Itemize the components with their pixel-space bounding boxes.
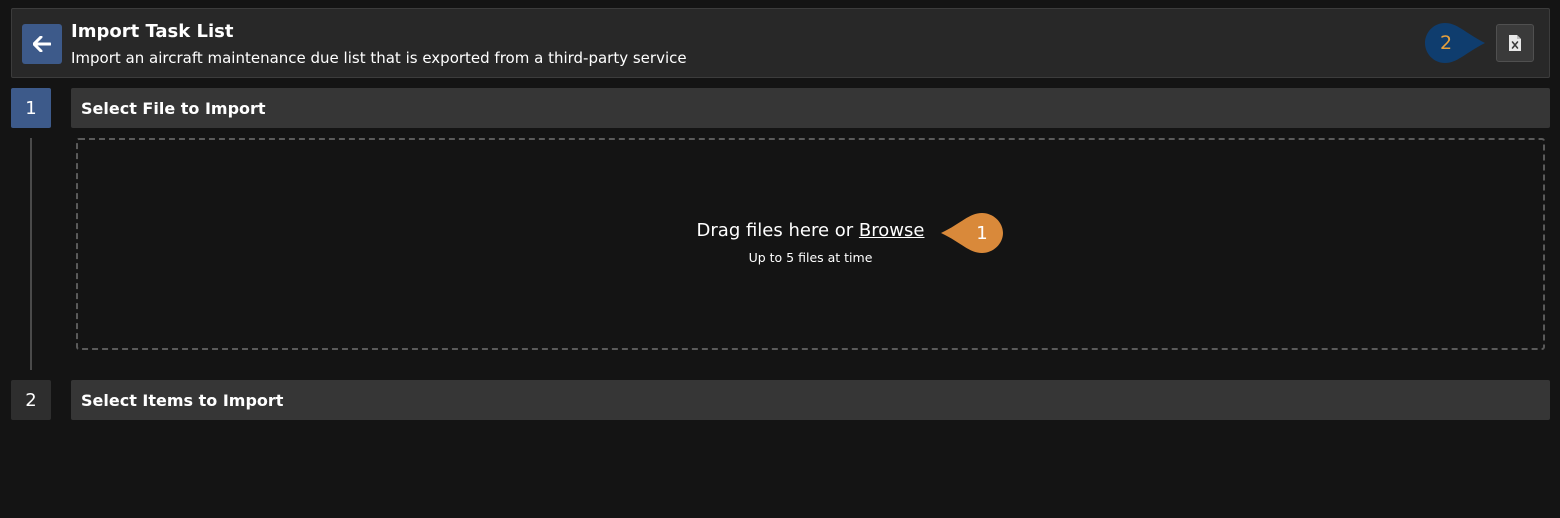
file-excel-icon — [1509, 35, 1521, 51]
page-subtitle: Import an aircraft maintenance due list … — [71, 49, 687, 67]
dropzone-text: Drag files here or — [696, 220, 854, 241]
callout-marker-2: 2 — [1424, 22, 1486, 64]
section-header-select-items[interactable]: Select Items to Import — [71, 380, 1550, 420]
browse-link[interactable]: Browse — [859, 220, 925, 241]
step-connector — [30, 138, 32, 370]
file-dropzone[interactable]: Drag files here or Browse Up to 5 files … — [76, 138, 1545, 350]
excel-template-button[interactable] — [1496, 24, 1534, 62]
section-header-select-file[interactable]: Select File to Import — [71, 88, 1550, 128]
callout-marker-1: 1 — [940, 212, 1004, 254]
arrow-left-icon — [33, 36, 51, 52]
callout-label: 1 — [976, 222, 988, 244]
step-number-1: 1 — [11, 88, 51, 128]
page-title: Import Task List — [71, 21, 234, 42]
dropzone-hint: Up to 5 files at time — [748, 250, 873, 265]
callout-label: 2 — [1439, 32, 1453, 54]
step-number-2: 2 — [11, 380, 51, 420]
dropzone-message: Drag files here or Browse — [78, 220, 1543, 241]
back-button[interactable] — [22, 24, 62, 64]
page-header: Import Task List Import an aircraft main… — [11, 8, 1550, 78]
